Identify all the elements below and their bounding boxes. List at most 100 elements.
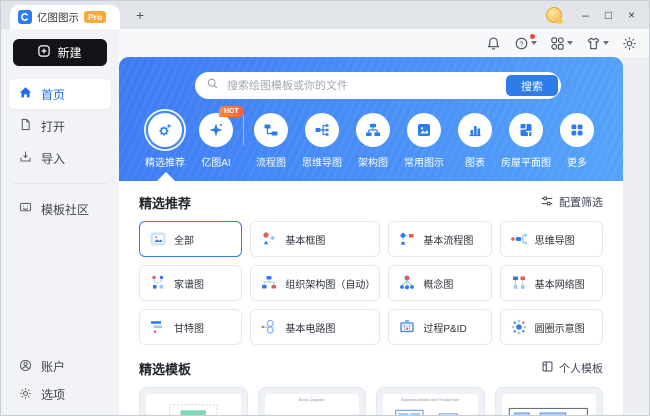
template-thumbnail[interactable]: Business Model and Product line <box>376 387 485 415</box>
template-type-grid: 全部 基本框图 基本流程图 思维导图 家谱图 组织架构图（自动） 概念图 基本网… <box>139 221 603 345</box>
category-tabs: 精选推荐 HOT 亿图AI 流程图 思维导图 架构图 常用图示 图表 房屋平面图… <box>119 99 623 169</box>
notification-bell-icon[interactable] <box>486 36 501 51</box>
apps-icon[interactable] <box>550 36 573 51</box>
search-input[interactable] <box>225 78 500 93</box>
basic-network-icon <box>512 276 525 289</box>
picture-icon <box>407 113 441 147</box>
category-floorplan[interactable]: 房屋平面图 <box>501 113 551 169</box>
sidebar-item-open[interactable]: 打开 <box>9 111 111 141</box>
app-logo-icon <box>18 10 32 24</box>
category-label: 常用图示 <box>404 158 444 169</box>
sidebar-item-label: 账户 <box>41 360 66 374</box>
sidebar-footer: 账户 选项 <box>1 352 119 415</box>
template-preview-diagram <box>265 403 360 416</box>
type-card-all[interactable]: 全部 <box>139 221 243 257</box>
type-card-basic-circuit[interactable]: 基本电路图 <box>250 309 381 345</box>
sidebar: 新建 首页 打开 导入 模板社区 账户 选项 <box>1 29 119 415</box>
category-label: 架构图 <box>358 158 388 169</box>
templates-section-title: 精选模板 <box>139 361 192 377</box>
type-card-basic-block[interactable]: 基本框图 <box>250 221 381 257</box>
sidebar-item-label: 导入 <box>41 151 66 166</box>
flowchart-icon <box>254 113 288 147</box>
ai-sparkle-icon <box>199 113 233 147</box>
maximize-button[interactable]: □ <box>597 1 620 29</box>
bar-chart-icon <box>458 113 492 147</box>
basic-block-icon <box>263 232 276 245</box>
personal-templates-button[interactable]: 个人模板 <box>541 360 603 376</box>
gantt-icon <box>151 321 162 334</box>
import-icon <box>19 150 32 166</box>
type-card-concept-map[interactable]: 概念图 <box>388 265 492 301</box>
notification-dot <box>530 33 535 39</box>
sidebar-item-template-community[interactable]: 模板社区 <box>9 194 111 224</box>
type-card-process-pid[interactable]: 过程P&ID <box>388 309 492 345</box>
community-icon <box>19 201 32 217</box>
all-templates-icon <box>150 232 166 246</box>
new-tab-button[interactable]: + <box>136 1 144 29</box>
template-thumbnails: Block Diagram Business Model and Product… <box>139 387 603 416</box>
template-preview-diagram <box>169 404 218 415</box>
sidebar-item-label: 打开 <box>41 119 66 134</box>
tab-bar: 亿图图示 Pro + – □ × <box>1 1 649 29</box>
category-label: 流程图 <box>256 158 286 169</box>
featured-section-title: 精选推荐 <box>139 195 192 211</box>
type-card-mindmap[interactable]: 思维导图 <box>499 221 603 257</box>
category-charts[interactable]: 图表 <box>451 113 499 169</box>
sidebar-item-import[interactable]: 导入 <box>9 143 111 173</box>
mindmap-icon <box>305 113 339 147</box>
category-flowchart[interactable]: 流程图 <box>247 113 295 169</box>
orgchart-auto-icon <box>262 276 277 289</box>
settings-gear-icon[interactable] <box>622 36 637 51</box>
category-orgchart[interactable]: 架构图 <box>349 113 397 169</box>
category-label: 亿图AI <box>201 158 231 169</box>
category-mindmap[interactable]: 思维导图 <box>298 113 346 169</box>
category-common-diagrams[interactable]: 常用图示 <box>400 113 448 169</box>
mindmap-type-icon <box>510 233 527 245</box>
close-button[interactable]: × <box>620 1 643 29</box>
type-card-gantt[interactable]: 甘特图 <box>139 309 243 345</box>
main-area: ? 搜索绘图模板或你的文件 搜索 精选推荐 HOT 亿图AI 流程图 思维导图 … <box>119 29 649 416</box>
type-card-circle-spoke[interactable]: 圆圈示意图 <box>499 309 603 345</box>
type-card-basic-network[interactable]: 基本网络图 <box>499 265 603 301</box>
hero-banner: 搜索 精选推荐 HOT <box>119 57 623 181</box>
family-tree-icon <box>152 275 164 289</box>
pro-badge: Pro <box>84 11 107 23</box>
app-window: 亿图图示 Pro + – □ × 新建 首页 打开 导入 模板社区 账户 选项 … <box>0 0 650 416</box>
plus-icon <box>38 45 51 60</box>
new-document-label: 新建 <box>57 46 82 60</box>
more-grid-icon <box>560 113 594 147</box>
theme-skin-icon[interactable] <box>586 36 609 51</box>
app-title: 亿图图示 <box>37 11 79 24</box>
type-card-orgchart-auto[interactable]: 组织架构图（自动） <box>250 265 381 301</box>
category-more[interactable]: 更多 <box>553 113 601 169</box>
type-card-basic-flowchart[interactable]: 基本流程图 <box>388 221 492 257</box>
configure-filter-label: 配置筛选 <box>559 197 603 209</box>
help-icon[interactable]: ? <box>514 33 537 51</box>
scroll-gutter[interactable] <box>623 57 649 415</box>
sidebar-item-options[interactable]: 选项 <box>9 381 111 408</box>
type-card-family-tree[interactable]: 家谱图 <box>139 265 243 301</box>
category-label: 思维导图 <box>302 158 342 169</box>
personal-templates-label: 个人模板 <box>559 363 603 375</box>
category-ai[interactable]: HOT 亿图AI <box>192 106 244 169</box>
new-document-button[interactable]: 新建 <box>13 39 107 66</box>
basic-circuit-icon <box>261 319 274 334</box>
sidebar-item-home[interactable]: 首页 <box>9 79 111 109</box>
category-label: 更多 <box>567 158 587 169</box>
configure-filter-button[interactable]: 配置筛选 <box>540 194 603 211</box>
minimize-button[interactable]: – <box>574 1 597 29</box>
app-tab[interactable]: 亿图图示 Pro <box>10 5 120 29</box>
home-icon <box>19 86 32 102</box>
search-icon <box>206 77 219 95</box>
gear-icon <box>19 387 32 403</box>
category-featured[interactable]: 精选推荐 <box>141 113 189 169</box>
sidebar-item-label: 模板社区 <box>41 202 90 217</box>
sidebar-item-account[interactable]: 账户 <box>9 353 111 380</box>
template-thumbnail[interactable]: Block Diagram <box>257 387 366 416</box>
search-button[interactable]: 搜索 <box>506 75 558 96</box>
user-avatar[interactable] <box>546 7 563 24</box>
template-thumbnail[interactable] <box>139 387 248 415</box>
filter-sliders-icon <box>540 194 554 211</box>
template-thumbnail[interactable] <box>494 387 603 415</box>
category-divider <box>243 115 244 145</box>
